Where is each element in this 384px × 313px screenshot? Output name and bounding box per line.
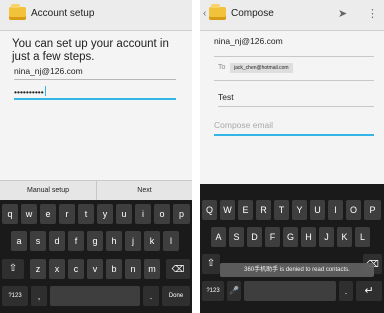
soft-keyboard: Q W E R T Y U I O P A S D F G H J K L ⇧ …: [200, 184, 384, 313]
divider: [214, 56, 374, 57]
key-j[interactable]: j: [125, 231, 141, 251]
mail-app-icon[interactable]: [209, 4, 226, 20]
permission-toast: 360手机助手 is denied to read contacts.: [220, 263, 374, 277]
screen-title: Account setup: [31, 8, 95, 19]
screen-title: Compose: [231, 8, 274, 19]
overflow-menu-icon[interactable]: ⋮: [367, 7, 378, 20]
key-w[interactable]: w: [21, 204, 37, 224]
next-button[interactable]: Next: [97, 181, 192, 201]
key-a[interactable]: a: [11, 231, 27, 251]
symbols-key[interactable]: ?123: [2, 286, 28, 306]
shift-key[interactable]: ⇧: [2, 259, 24, 279]
key-q[interactable]: q: [2, 204, 18, 224]
key-j[interactable]: J: [319, 227, 334, 247]
key-l[interactable]: l: [163, 231, 179, 251]
key-i[interactable]: I: [328, 200, 343, 220]
key-p[interactable]: p: [173, 204, 190, 224]
key-f[interactable]: F: [265, 227, 280, 247]
shift-icon: ⇧: [8, 263, 18, 274]
subject-field[interactable]: Test: [218, 92, 374, 107]
key-u[interactable]: u: [116, 204, 132, 224]
key-f[interactable]: f: [68, 231, 84, 251]
email-field[interactable]: nina_nj@126.com: [14, 66, 176, 80]
key-b[interactable]: b: [106, 259, 122, 279]
key-y[interactable]: Y: [292, 200, 307, 220]
key-r[interactable]: R: [256, 200, 271, 220]
key-u[interactable]: U: [310, 200, 325, 220]
compose-screen: ‹ Compose ➤ ⋮ nina_nj@126.com To jack_ch…: [200, 0, 384, 313]
password-field[interactable]: ••••••••••: [14, 86, 176, 100]
space-key[interactable]: [50, 286, 140, 306]
key-o[interactable]: O: [346, 200, 361, 220]
backspace-key[interactable]: ⌫: [166, 259, 190, 279]
key-g[interactable]: g: [87, 231, 103, 251]
mail-app-icon: [9, 4, 26, 20]
microphone-icon: 🎤: [229, 286, 239, 295]
key-o[interactable]: o: [154, 204, 170, 224]
panel-gap: [192, 0, 200, 313]
divider: [214, 80, 374, 81]
key-k[interactable]: k: [144, 231, 160, 251]
key-h[interactable]: h: [106, 231, 122, 251]
comma-key[interactable]: ,: [31, 286, 47, 306]
microphone-key[interactable]: 🎤: [227, 281, 241, 301]
key-h[interactable]: H: [301, 227, 316, 247]
key-z[interactable]: z: [30, 259, 46, 279]
key-i[interactable]: i: [135, 204, 151, 224]
key-k[interactable]: K: [337, 227, 352, 247]
key-q[interactable]: Q: [202, 200, 217, 220]
back-chevron-icon[interactable]: ‹: [203, 8, 206, 19]
email-value: nina_nj@126.com: [14, 66, 83, 76]
shift-icon: ⇧: [206, 258, 216, 269]
key-a[interactable]: A: [211, 227, 226, 247]
key-t[interactable]: T: [274, 200, 289, 220]
send-icon[interactable]: ➤: [338, 7, 347, 20]
setup-heading: You can set up your account in just a fe…: [12, 38, 169, 63]
text-caret: [44, 86, 46, 96]
key-s[interactable]: S: [229, 227, 244, 247]
compose-body-field[interactable]: Compose email: [214, 120, 374, 136]
manual-setup-button[interactable]: Manual setup: [0, 181, 97, 201]
key-v[interactable]: v: [87, 259, 103, 279]
key-x[interactable]: x: [49, 259, 65, 279]
key-w[interactable]: W: [220, 200, 235, 220]
key-m[interactable]: m: [144, 259, 160, 279]
period-key[interactable]: .: [339, 281, 353, 301]
compose-placeholder: Compose email: [214, 120, 274, 130]
key-r[interactable]: r: [59, 204, 75, 224]
space-key[interactable]: [244, 281, 336, 301]
key-l[interactable]: L: [355, 227, 370, 247]
key-d[interactable]: d: [49, 231, 65, 251]
password-value: ••••••••••: [14, 87, 44, 97]
enter-icon: ↵: [364, 285, 374, 297]
account-setup-screen: Account setup You can set up your accoun…: [0, 0, 192, 313]
backspace-icon: ⌫: [171, 264, 185, 274]
key-c[interactable]: c: [68, 259, 84, 279]
shift-key[interactable]: ⇧: [202, 254, 220, 274]
action-bar: ‹ Compose ➤ ⋮: [200, 0, 384, 31]
key-s[interactable]: s: [30, 231, 46, 251]
button-bar: Manual setup Next: [0, 180, 192, 201]
action-bar: Account setup: [0, 0, 192, 31]
to-label: To: [218, 64, 226, 71]
key-p[interactable]: P: [364, 200, 381, 220]
recipient-chip[interactable]: jack_chen@hotmail.com: [230, 63, 293, 73]
enter-key[interactable]: ↵: [356, 281, 382, 301]
soft-keyboard: q w e r t y u i o p a s d f g h j k l ⇧ …: [0, 200, 192, 313]
key-e[interactable]: e: [40, 204, 56, 224]
key-y[interactable]: y: [97, 204, 113, 224]
symbols-key[interactable]: ?123: [202, 281, 224, 301]
done-key[interactable]: Done: [162, 286, 190, 306]
key-g[interactable]: G: [283, 227, 298, 247]
key-d[interactable]: D: [247, 227, 262, 247]
key-e[interactable]: E: [238, 200, 253, 220]
subject-value: Test: [218, 92, 234, 102]
period-key[interactable]: .: [143, 286, 159, 306]
from-value: nina_nj@126.com: [214, 36, 283, 46]
key-t[interactable]: t: [78, 204, 94, 224]
key-n[interactable]: n: [125, 259, 141, 279]
from-field[interactable]: nina_nj@126.com: [214, 36, 374, 50]
